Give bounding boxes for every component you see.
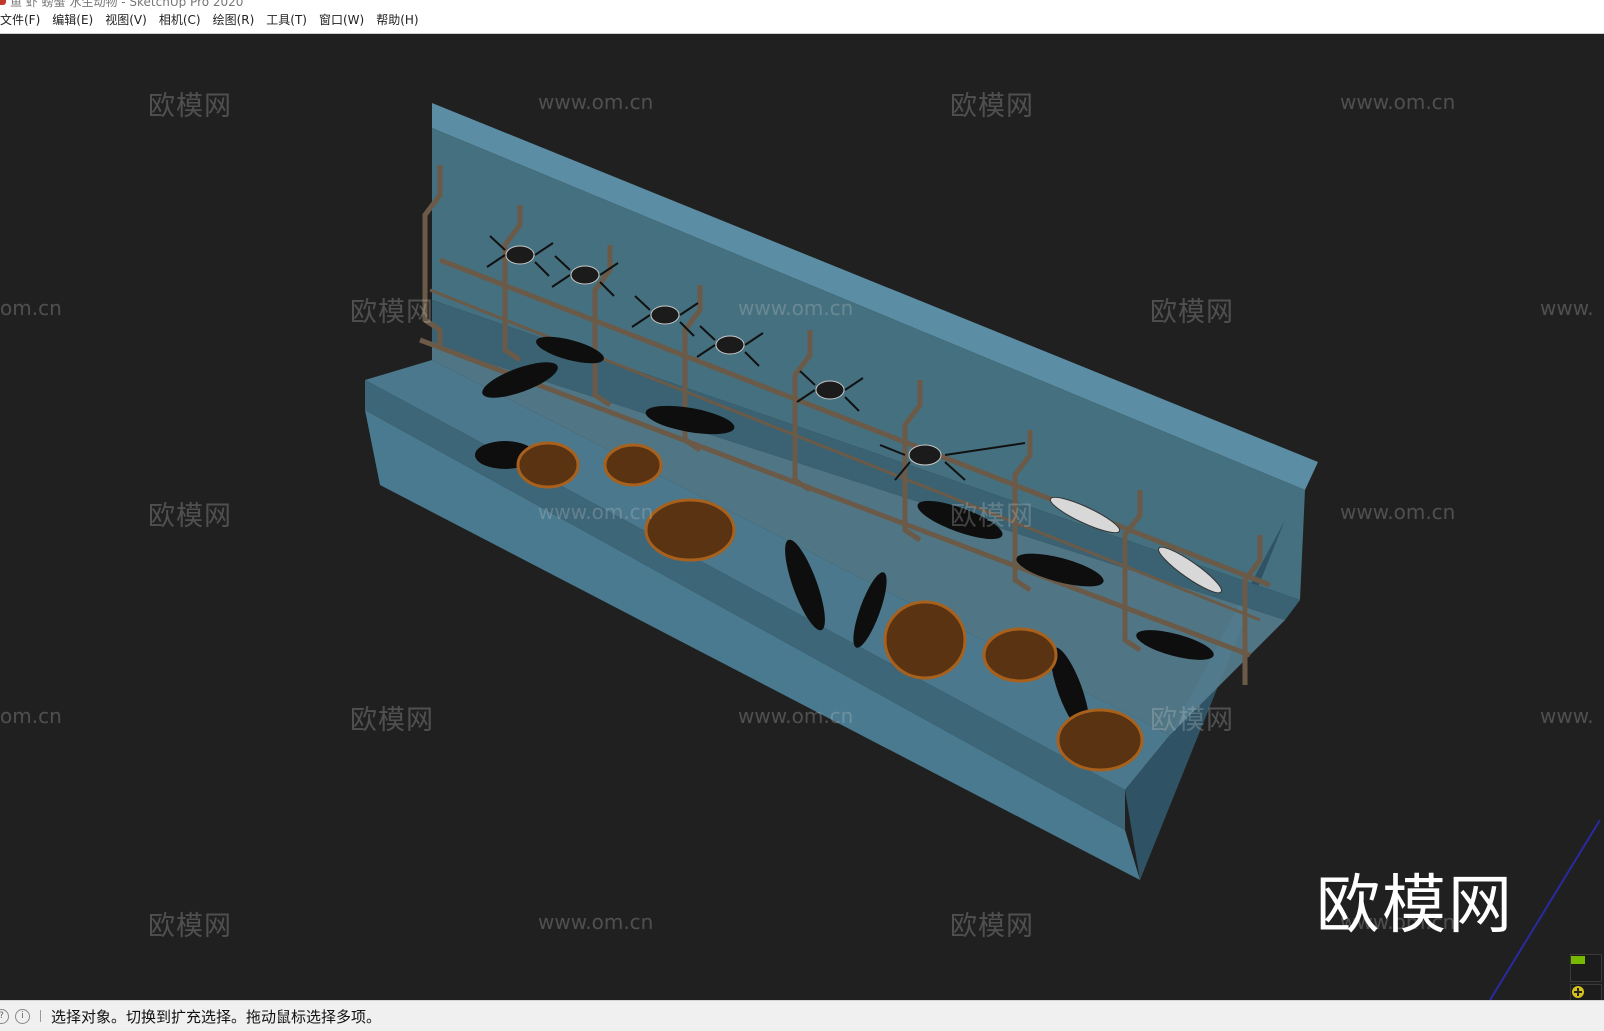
watermark: 欧模网: [1150, 297, 1234, 328]
watermark: 欧模网: [148, 91, 232, 122]
menu-bar: 文件(F) 编辑(E) 视图(V) 相机(C) 绘图(R) 工具(T) 窗口(W…: [0, 8, 1604, 34]
menu-tools[interactable]: 工具(T): [260, 8, 313, 33]
menu-window[interactable]: 窗口(W): [313, 8, 370, 33]
nvidia-icon[interactable]: [1570, 954, 1602, 982]
menu-view[interactable]: 视图(V): [99, 8, 153, 33]
watermark-url: www.om.cn: [538, 910, 654, 934]
watermark-url: om.cn: [0, 704, 62, 728]
3d-viewport[interactable]: 欧模网 www.om.cn 欧模网 www.om.cn om.cn 欧模网 ww…: [0, 34, 1604, 1000]
status-message: 选择对象。切换到扩充选择。拖动鼠标选择多项。: [51, 1007, 382, 1026]
watermark: 欧模网: [148, 911, 232, 942]
watermark-url: www.om.cn: [538, 500, 654, 524]
status-bar: ? i 选择对象。切换到扩充选择。拖动鼠标选择多项。: [0, 1000, 1604, 1031]
watermark: 欧模网: [950, 911, 1034, 942]
status-divider: [40, 1010, 41, 1022]
sketchup-logo-icon: [0, 0, 6, 5]
window-title: 鱼 虾 螃蟹 水生动物 - SketchUp Pro 2020: [10, 0, 244, 8]
menu-help[interactable]: 帮助(H): [370, 8, 424, 33]
watermark-url: www.om.cn: [738, 296, 854, 320]
watermark: 欧模网: [950, 501, 1034, 532]
watermark-url: www.: [1540, 296, 1594, 320]
watermark: 欧模网: [148, 501, 232, 532]
watermark: 欧模网: [1150, 705, 1234, 736]
watermark-url: www.om.cn: [1340, 90, 1456, 114]
brand-logo: 欧模网: [1316, 869, 1514, 943]
watermark-url: www.om.cn: [738, 704, 854, 728]
menu-file[interactable]: 文件(F): [0, 8, 46, 33]
watermark: 欧模网: [350, 297, 434, 328]
help-icon[interactable]: ?: [0, 1008, 9, 1024]
watermark: 欧模网: [350, 705, 434, 736]
menu-camera[interactable]: 相机(C): [153, 8, 207, 33]
title-bar: 鱼 虾 螃蟹 水生动物 - SketchUp Pro 2020: [0, 0, 1604, 8]
add-icon[interactable]: [1570, 984, 1602, 1000]
watermark-url: www.om.cn: [538, 90, 654, 114]
info-icon[interactable]: i: [15, 1008, 30, 1024]
menu-edit[interactable]: 编辑(E): [46, 8, 99, 33]
watermark: 欧模网: [950, 91, 1034, 122]
watermark-url: www.: [1540, 704, 1594, 728]
menu-draw[interactable]: 绘图(R): [207, 8, 261, 33]
watermark-url: om.cn: [0, 296, 62, 320]
watermark-url: www.om.cn: [1340, 500, 1456, 524]
